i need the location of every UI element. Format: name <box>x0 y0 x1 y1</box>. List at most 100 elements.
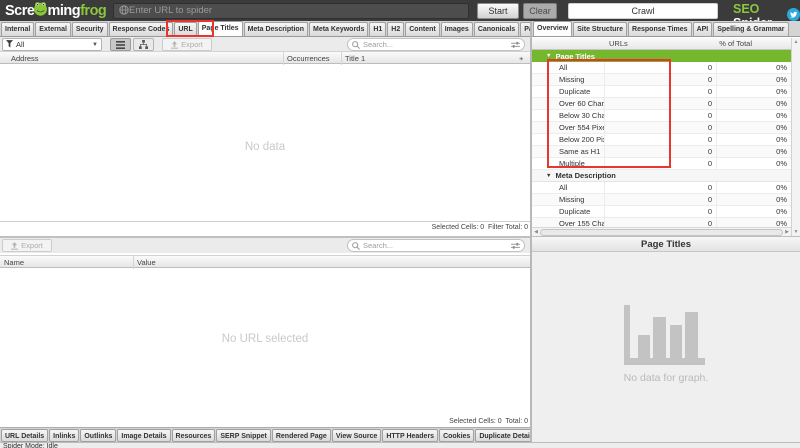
graph-panel-title: Page Titles <box>532 236 800 252</box>
tab-url[interactable]: URL <box>174 22 196 36</box>
overview-row[interactable]: Same as H100% <box>532 146 791 158</box>
upper-search-input[interactable] <box>363 40 508 49</box>
overview-horizontal-scrollbar[interactable]: ◀ ▶ <box>532 227 791 236</box>
scroll-down-icon[interactable]: ▼ <box>792 228 800 236</box>
seo-spider-window: Scre mingfrog Start Clear Crawl SEO Spid… <box>0 0 800 448</box>
tab-api[interactable]: API <box>693 22 713 36</box>
funnel-icon <box>6 40 13 50</box>
tab-page-titles[interactable]: Page Titles <box>198 21 243 36</box>
column-title1[interactable]: Title 1 <box>345 54 365 63</box>
column-urls[interactable]: URLs <box>607 38 717 49</box>
overview-row[interactable]: Missing00% <box>532 194 791 206</box>
tab-meta-keywords[interactable]: Meta Keywords <box>309 22 368 36</box>
overview-row[interactable]: Over 155 Characters00% <box>532 218 791 227</box>
lower-export-button[interactable]: Export <box>2 239 52 252</box>
tab-overview[interactable]: Overview <box>533 21 572 36</box>
column-divider <box>341 52 342 65</box>
overview-name-column <box>532 38 607 49</box>
tab-url-details[interactable]: URL Details <box>1 429 48 442</box>
overview-row[interactable]: Over 554 Pixels00% <box>532 122 791 134</box>
overview-row[interactable]: Duplicate00% <box>532 86 791 98</box>
upper-search-box <box>347 38 525 51</box>
tab-image-details[interactable]: Image Details <box>117 429 170 442</box>
overview-section-meta-description[interactable]: ▼ Meta Description <box>532 170 791 182</box>
frog-icon <box>34 1 47 20</box>
tab-content[interactable]: Content <box>405 22 439 36</box>
overview-vertical-scrollbar[interactable]: ▲ ▼ <box>791 38 800 236</box>
overview-section-page-titles[interactable]: ▼ Page Titles <box>532 50 791 62</box>
add-column-button[interactable]: + <box>519 54 523 63</box>
logo-text-mid: ming <box>47 3 80 19</box>
overview-row[interactable]: Below 200 Pixels00% <box>532 134 791 146</box>
filter-value: All <box>16 40 24 49</box>
overview-row[interactable]: Multiple00% <box>532 158 791 170</box>
tab-site-structure[interactable]: Site Structure <box>573 22 627 36</box>
filter-dropdown[interactable]: All ▼ <box>2 38 102 51</box>
tab-response-codes[interactable]: Response Codes <box>109 22 174 36</box>
graph-empty-message: No data for graph. <box>532 372 800 384</box>
lower-status: Selected Cells: 0 Total: 0 <box>0 418 528 425</box>
tab-cookies[interactable]: Cookies <box>439 429 474 442</box>
tab-response-times[interactable]: Response Times <box>628 22 692 36</box>
lower-search-input[interactable] <box>363 241 508 250</box>
tree-view-button[interactable] <box>133 38 154 51</box>
tab-inlinks[interactable]: Inlinks <box>49 429 79 442</box>
search-options-icon[interactable] <box>511 237 520 255</box>
tab-canonicals[interactable]: Canonicals <box>474 22 519 36</box>
app-logo: Scre mingfrog <box>5 1 106 20</box>
tree-view-icon <box>139 40 148 49</box>
scroll-up-icon[interactable]: ▲ <box>792 38 800 46</box>
tab-serp-snippet[interactable]: SERP Snippet <box>216 429 271 442</box>
tab-meta-description[interactable]: Meta Description <box>244 22 308 36</box>
lower-table-body: No URL selected <box>0 269 530 417</box>
url-input[interactable] <box>129 5 463 16</box>
spider-mode-status: Spider Mode: Idle <box>3 443 58 448</box>
lower-empty-message: No URL selected <box>0 333 530 345</box>
scroll-left-icon[interactable]: ◀ <box>532 229 540 235</box>
crawl-mode-select[interactable]: Crawl <box>568 3 718 19</box>
brand-seo: SEO <box>733 2 759 16</box>
column-name[interactable]: Name <box>4 258 24 267</box>
overview-row[interactable]: All00% <box>532 62 791 74</box>
tab-images[interactable]: Images <box>441 22 473 36</box>
overview-table: ▼ Page Titles All00% Missing00% Duplicat… <box>532 50 791 227</box>
tab-resources[interactable]: Resources <box>172 429 216 442</box>
tab-rendered-page[interactable]: Rendered Page <box>272 429 331 442</box>
tab-http-headers[interactable]: HTTP Headers <box>382 429 438 442</box>
column-occurrences[interactable]: Occurrences <box>287 54 330 63</box>
export-label: Export <box>181 40 203 49</box>
tab-security[interactable]: Security <box>72 22 108 36</box>
column-address[interactable]: Address <box>11 54 39 63</box>
overview-row[interactable]: Below 30 Characters00% <box>532 110 791 122</box>
tab-pagination[interactable]: Pagination <box>520 22 530 36</box>
overview-row[interactable]: Over 60 Characters00% <box>532 98 791 110</box>
bar-chart-icon <box>624 305 705 370</box>
main-tab-bar: Internal External Security Response Code… <box>0 21 530 37</box>
column-divider <box>283 52 284 65</box>
tab-h1[interactable]: H1 <box>369 22 386 36</box>
clear-button[interactable]: Clear <box>523 3 557 19</box>
overview-row[interactable]: Duplicate00% <box>532 206 791 218</box>
chevron-down-icon: ▼ <box>92 42 98 48</box>
tab-view-source[interactable]: View Source <box>332 429 382 442</box>
overview-row[interactable]: All00% <box>532 182 791 194</box>
column-pct-of-total[interactable]: % of Total <box>717 38 791 49</box>
tab-duplicate-details[interactable]: Duplicate Details <box>475 429 530 442</box>
list-view-icon <box>116 41 125 49</box>
globe-icon <box>119 2 129 20</box>
overview-column-header: URLs % of Total <box>532 38 791 50</box>
scroll-right-icon[interactable]: ▶ <box>783 229 791 235</box>
section-title: Page Titles <box>555 52 594 61</box>
export-button[interactable]: Export <box>162 38 212 51</box>
start-button[interactable]: Start <box>477 3 519 19</box>
tab-spelling-grammar[interactable]: Spelling & Grammar <box>713 22 788 36</box>
tab-h2[interactable]: H2 <box>387 22 404 36</box>
tab-external[interactable]: External <box>35 22 71 36</box>
scrollbar-thumb[interactable] <box>540 229 783 236</box>
tab-internal[interactable]: Internal <box>1 22 34 36</box>
overview-row[interactable]: Missing00% <box>532 74 791 86</box>
column-value[interactable]: Value <box>137 258 156 267</box>
tab-outlinks[interactable]: Outlinks <box>80 429 116 442</box>
right-tab-bar: Overview Site Structure Response Times A… <box>532 21 800 37</box>
list-view-button[interactable] <box>110 38 131 51</box>
